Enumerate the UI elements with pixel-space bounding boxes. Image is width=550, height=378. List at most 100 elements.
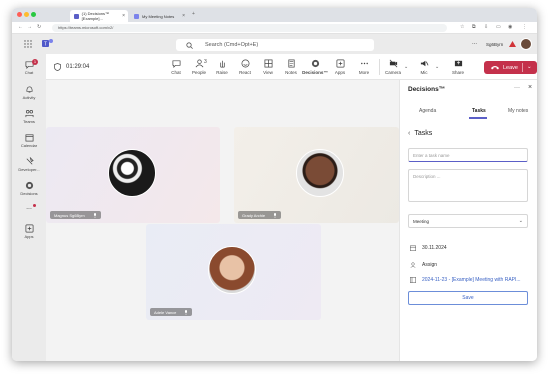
close-window-button[interactable] (17, 12, 22, 17)
toolbar-react-button[interactable]: React (235, 59, 255, 75)
leave-divider (522, 63, 523, 72)
people-count: 3 (204, 59, 207, 65)
toolbar-notes-button[interactable]: Notes (281, 59, 301, 75)
back-chevron-icon[interactable]: ‹ (408, 130, 410, 137)
mic-muted-icon (93, 212, 96, 218)
new-tab-button[interactable]: + (192, 11, 195, 17)
shield-icon (54, 63, 61, 71)
toolbar-view-button[interactable]: View (258, 59, 278, 75)
mic-icon (420, 60, 428, 67)
rail-item-decisions[interactable]: Decisions (12, 181, 46, 203)
browser-menu-icon[interactable]: ⋮ (522, 24, 527, 30)
participant-name-chip: Magnus Sg6Byrn (50, 211, 101, 219)
more-icon: ... (26, 204, 32, 211)
mic-options-chevron-icon[interactable]: ⌄ (435, 64, 439, 70)
reload-icon[interactable]: ↻ (37, 24, 41, 30)
participant-name: Adele Vance (154, 309, 177, 315)
rail-label: Decisions (20, 191, 38, 196)
leave-options-chevron-icon[interactable]: ⌄ (527, 64, 532, 70)
participant-name-chip: Grady Archie (238, 211, 282, 219)
toolbar-label: Apps (334, 70, 346, 75)
toolbar-share-button[interactable]: Share (448, 59, 468, 75)
due-date: 30.11.2024 (422, 245, 447, 251)
toolbar-divider (379, 59, 380, 75)
participant-tile[interactable]: Adele Vance (146, 224, 321, 320)
rail-item-activity[interactable]: Activity (12, 85, 46, 107)
toolbar-chat-button[interactable]: Chat (166, 59, 186, 75)
task-name-input[interactable]: Enter a task name (408, 148, 528, 162)
task-name-placeholder: Enter a task name (413, 153, 450, 158)
meeting-link[interactable]: 2024-11-23 - [Example] Meeting with RAPI… (422, 277, 521, 283)
camera-options-chevron-icon[interactable]: ⌄ (404, 64, 408, 70)
sidebar-toggle-icon[interactable]: ▭ (496, 24, 501, 30)
close-tab-icon[interactable]: × (122, 13, 125, 19)
notes-icon (287, 59, 295, 68)
forward-icon[interactable]: → (27, 24, 32, 30)
user-avatar[interactable] (520, 38, 532, 50)
url-input[interactable]: https://teams.microsoft.com/v2/ (52, 24, 447, 32)
tab-tasks[interactable]: Tasks (472, 108, 486, 114)
panel-close-icon[interactable]: × (528, 84, 532, 91)
browser-address-bar: ← → ↻ https://teams.microsoft.com/v2/ ☆ … (12, 22, 537, 34)
panel-more-icon[interactable]: ··· (514, 85, 520, 91)
toolbar-more-button[interactable]: More (354, 59, 374, 75)
assign-row[interactable]: Assign (410, 262, 437, 268)
meeting-icon (410, 277, 416, 283)
toolbar-label: More (358, 70, 370, 75)
meeting-select-value: Meeting (413, 218, 430, 224)
toolbar-label: Share (451, 70, 464, 75)
more-options-button[interactable]: ... (472, 40, 477, 46)
save-button[interactable]: Save (408, 291, 528, 305)
browser-tab-decisions[interactable]: (1) Decisions™ [Example]... × (70, 10, 128, 22)
app-launcher-icon[interactable] (24, 40, 32, 48)
rail-item-apps[interactable]: Apps (12, 224, 46, 246)
search-icon (186, 41, 193, 49)
toolbar-label: Chat (171, 70, 181, 75)
teams-icon (25, 109, 33, 118)
participant-tile[interactable]: Magnus Sg6Byrn (46, 127, 220, 223)
participant-tile[interactable]: Grady Archie (234, 127, 399, 223)
meeting-select[interactable]: Meeting ⌄ (408, 214, 528, 228)
meeting-timer: 01:29:04 (54, 63, 89, 71)
svg-text:T: T (44, 42, 47, 48)
search-input[interactable]: Search (Cmd+Opt+E) (176, 39, 374, 51)
browser-tab-notes[interactable]: My Meeting Notes × (130, 10, 188, 22)
bookmark-icon[interactable]: ☆ (460, 24, 464, 30)
toolbar-decisions-button[interactable]: Decisions™ (302, 59, 328, 75)
toolbar-apps-button[interactable]: Apps (330, 59, 350, 75)
rail-item-calendar[interactable]: Calendar (12, 133, 46, 155)
warning-icon[interactable] (509, 41, 516, 47)
toolbar-label: Raise (216, 70, 228, 75)
description-textarea[interactable]: Description ... (408, 169, 528, 202)
meeting-link-row[interactable]: 2024-11-23 - [Example] Meeting with RAPI… (410, 277, 521, 283)
minimize-window-button[interactable] (24, 12, 29, 17)
toolbar-raise-button[interactable]: Raise (212, 59, 232, 75)
participant-name: Magnus Sg6Byrn (54, 212, 85, 218)
rail-label: Activity (22, 95, 36, 100)
tab-my-notes[interactable]: My notes (508, 108, 528, 114)
extensions-icon[interactable]: ⧉ (472, 24, 476, 30)
tab-agenda[interactable]: Agenda (419, 108, 436, 114)
toolbar-people-button[interactable]: People 3 (189, 59, 209, 75)
due-date-row[interactable]: 30.11.2024 (410, 245, 447, 251)
close-tab-icon[interactable]: × (182, 13, 185, 19)
developer-icon (26, 157, 34, 165)
maximize-window-button[interactable] (31, 12, 36, 17)
participant-avatar (208, 246, 256, 294)
rail-item-developer[interactable]: Developer... (12, 157, 46, 179)
participant-avatar (108, 149, 156, 197)
people-icon (195, 59, 203, 68)
browser-window: (1) Decisions™ [Example]... × My Meeting… (12, 8, 537, 361)
rail-item-more[interactable]: ... (12, 204, 46, 226)
back-icon[interactable]: ← (18, 24, 23, 30)
rail-item-teams[interactable]: Teams (12, 109, 46, 131)
rail-item-chat[interactable]: Chat 1 (12, 59, 46, 82)
toolbar-mic-button[interactable]: Mic (414, 59, 434, 75)
user-name: Sg6Byrn (486, 42, 504, 47)
toolbar-camera-button[interactable]: Camera (383, 59, 403, 75)
downloads-icon[interactable]: ⇩ (484, 24, 488, 30)
leave-button[interactable]: Leave ⌄ (484, 61, 537, 74)
notes-favicon-icon (134, 13, 139, 19)
apps-icon (25, 224, 33, 233)
profile-icon[interactable]: ◉ (508, 24, 512, 30)
